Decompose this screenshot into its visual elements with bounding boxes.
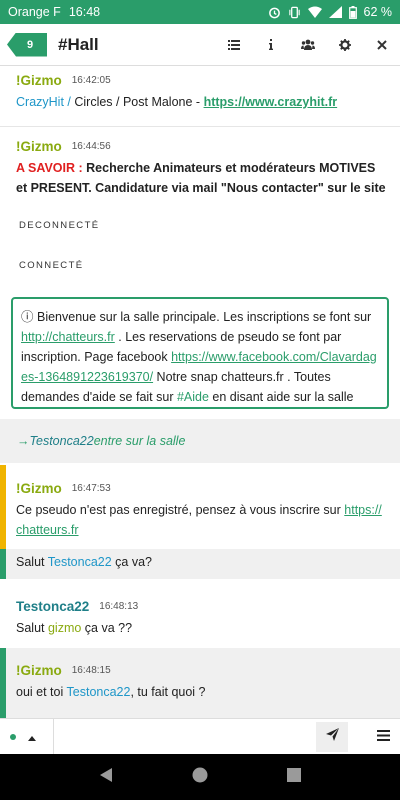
message-nick[interactable]: !Gizmo — [16, 663, 62, 678]
clock: 16:48 — [68, 5, 101, 19]
message-time: 16:44:56 — [71, 140, 111, 152]
message-nick[interactable]: Testonca22 — [16, 599, 89, 614]
join-text: entre sur la salle — [93, 434, 186, 448]
status-bar: Orange F 16:48 62 % — [0, 0, 400, 24]
message-text: ça va ?? — [81, 621, 133, 635]
message-nick[interactable]: !Gizmo — [16, 139, 62, 154]
mention[interactable]: Testonca22 — [48, 555, 112, 569]
divider — [0, 126, 400, 127]
message-time: 16:42:05 — [71, 74, 111, 86]
message-nick[interactable]: !Gizmo — [16, 481, 62, 496]
toolbar — [215, 24, 400, 66]
welcome-text: en disant aide sur la salle — [208, 390, 354, 404]
aide-tag[interactable]: #Aide — [177, 390, 209, 404]
battery-level: 62 % — [363, 5, 393, 19]
caret-up-icon — [28, 728, 36, 746]
mention[interactable]: gizmo — [48, 621, 81, 635]
send-button[interactable] — [316, 721, 348, 752]
message-text: Salut — [16, 621, 48, 635]
chat-message: !Gizmo 16:47:53 Ce pseudo n'est pas enre… — [0, 480, 400, 540]
welcome-notice: ⓘ Bienvenue sur la salle principale. Les… — [11, 297, 389, 409]
recents-icon[interactable] — [286, 767, 301, 787]
signal-icon — [328, 6, 342, 18]
info-icon[interactable] — [252, 24, 289, 66]
back-icon[interactable] — [99, 767, 113, 788]
join-user[interactable]: Testonca22 — [30, 434, 94, 448]
message-text: ça va? — [111, 555, 152, 569]
chatteurs-link[interactable]: http://chatteurs.fr — [21, 330, 115, 344]
room-title: #Hall — [58, 34, 99, 54]
list-icon[interactable] — [215, 24, 252, 66]
chat-message: Testonca22 16:48:13 Salut gizmo ça va ?? — [0, 598, 400, 638]
vibrate-icon — [288, 6, 301, 19]
message-nick[interactable]: !Gizmo — [16, 73, 62, 88]
gear-icon[interactable] — [326, 24, 363, 66]
chat-message: !Gizmo 16:44:56 A SAVOIR : Recherche Ani… — [0, 138, 400, 198]
message-text: Salut — [16, 555, 48, 569]
close-icon[interactable] — [363, 24, 400, 66]
unread-badge[interactable]: 9 — [7, 32, 47, 57]
message-text: Ce pseudo n'est pas enregistré, pensez à… — [16, 503, 345, 517]
chat-message: !Gizmo 16:42:05 CrazyHit / Circles / Pos… — [0, 72, 400, 112]
carrier: Orange F — [8, 5, 61, 19]
slash-text: / — [63, 95, 71, 109]
menu-button[interactable] — [366, 719, 400, 755]
message-time: 16:48:15 — [71, 664, 111, 676]
info-circle-icon: ⓘ — [21, 310, 34, 324]
alarm-icon — [268, 6, 281, 19]
battery-icon — [348, 5, 357, 19]
composer-bar — [0, 718, 400, 755]
online-status-dot — [10, 733, 16, 740]
notice-label: A SAVOIR : — [16, 161, 83, 175]
send-icon — [325, 727, 339, 746]
chat-message: !Gizmo 16:48:15 oui et toi Testonca22, t… — [0, 662, 400, 702]
mention[interactable]: Testonca22 — [67, 685, 131, 699]
message-text: , tu fait quoi ? — [130, 685, 206, 699]
chat-message: Salut Testonca22 ça va? — [0, 552, 400, 572]
message-time: 16:48:13 — [99, 600, 139, 612]
users-icon[interactable] — [289, 24, 326, 66]
presence-toggle[interactable] — [0, 718, 54, 755]
join-notice: → Testonca22 entre sur la salle — [0, 419, 400, 463]
home-icon[interactable] — [192, 767, 208, 788]
track-text: Circles / Post Malone - — [70, 95, 204, 109]
message-time: 16:47:53 — [71, 482, 111, 494]
wifi-icon — [307, 6, 322, 18]
app-bar: 9 #Hall — [0, 24, 400, 66]
system-nav-bar — [0, 754, 400, 800]
disconnected-label: DECONNECTÉ — [19, 220, 100, 231]
crazyhit-link[interactable]: https://www.crazyhit.fr — [204, 95, 338, 109]
message-text: oui et toi — [16, 685, 67, 699]
brand-text: CrazyHit — [16, 95, 64, 109]
hamburger-icon — [376, 728, 390, 746]
welcome-text: Bienvenue sur la salle principale. Les i… — [33, 310, 372, 324]
connected-label: CONNECTÉ — [19, 260, 84, 271]
chat-log[interactable]: !Gizmo 16:42:05 CrazyHit / Circles / Pos… — [0, 66, 400, 718]
arrow-icon: → — [17, 434, 30, 448]
message-input[interactable] — [54, 718, 316, 755]
